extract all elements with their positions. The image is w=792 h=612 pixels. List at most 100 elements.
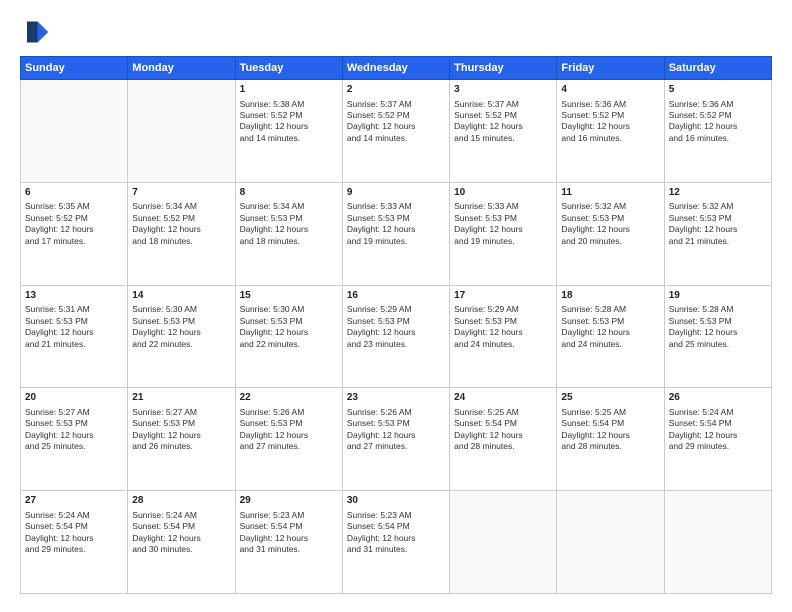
calendar-week-row: 20 Sunrise: 5:27 AM Sunset: 5:53 PM Dayli… xyxy=(21,388,772,491)
day-number: 25 xyxy=(561,391,659,405)
calendar-cell: 26 Sunrise: 5:24 AM Sunset: 5:54 PM Dayli… xyxy=(664,388,771,491)
day-number: 15 xyxy=(240,289,338,303)
calendar-cell: 17Sunrise: 5:29 AM Sunset: 5:53 PM Dayli… xyxy=(450,285,557,388)
calendar-cell: 25 Sunrise: 5:25 AM Sunset: 5:54 PM Dayli… xyxy=(557,388,664,491)
calendar-week-row: 6Sunrise: 5:35 AM Sunset: 5:52 PM Daylig… xyxy=(21,182,772,285)
calendar-cell: 8Sunrise: 5:34 AM Sunset: 5:53 PM Daylig… xyxy=(235,182,342,285)
day-number: 1 xyxy=(240,83,338,97)
day-number: 20 xyxy=(25,391,123,405)
cell-sun-info: Sunrise: 5:32 AM Sunset: 5:53 PM Dayligh… xyxy=(561,201,659,247)
day-number: 4 xyxy=(561,83,659,97)
cell-sun-info: Sunrise: 5:25 AM Sunset: 5:54 PM Dayligh… xyxy=(454,407,552,453)
cell-sun-info: Sunrise: 5:26 AM Sunset: 5:53 PM Dayligh… xyxy=(240,407,338,453)
weekday-header: Tuesday xyxy=(235,57,342,80)
cell-sun-info: Sunrise: 5:36 AM Sunset: 5:52 PM Dayligh… xyxy=(561,99,659,145)
calendar-cell: 22 Sunrise: 5:26 AM Sunset: 5:53 PM Dayli… xyxy=(235,388,342,491)
calendar-cell: 30 Sunrise: 5:23 AM Sunset: 5:54 PM Dayli… xyxy=(342,491,449,594)
calendar-cell: 28 Sunrise: 5:24 AM Sunset: 5:54 PM Dayli… xyxy=(128,491,235,594)
cell-sun-info: Sunrise: 5:25 AM Sunset: 5:54 PM Dayligh… xyxy=(561,407,659,453)
day-number: 3 xyxy=(454,83,552,97)
calendar-cell: 16Sunrise: 5:29 AM Sunset: 5:53 PM Dayli… xyxy=(342,285,449,388)
day-number: 26 xyxy=(669,391,767,405)
weekday-header: Friday xyxy=(557,57,664,80)
calendar-cell: 13Sunrise: 5:31 AM Sunset: 5:53 PM Dayli… xyxy=(21,285,128,388)
calendar-cell: 3 Sunrise: 5:37 AM Sunset: 5:52 PM Daylig… xyxy=(450,80,557,183)
weekday-header: Sunday xyxy=(21,57,128,80)
day-number: 22 xyxy=(240,391,338,405)
cell-sun-info: Sunrise: 5:28 AM Sunset: 5:53 PM Dayligh… xyxy=(669,304,767,350)
cell-sun-info: Sunrise: 5:33 AM Sunset: 5:53 PM Dayligh… xyxy=(347,201,445,247)
calendar-table: SundayMondayTuesdayWednesdayThursdayFrid… xyxy=(20,56,772,594)
weekday-header: Thursday xyxy=(450,57,557,80)
calendar-cell: 14Sunrise: 5:30 AM Sunset: 5:53 PM Dayli… xyxy=(128,285,235,388)
day-number: 29 xyxy=(240,494,338,508)
day-number: 19 xyxy=(669,289,767,303)
calendar-cell: 5 Sunrise: 5:36 AM Sunset: 5:52 PM Daylig… xyxy=(664,80,771,183)
calendar-cell: 20 Sunrise: 5:27 AM Sunset: 5:53 PM Dayli… xyxy=(21,388,128,491)
calendar-cell: 29 Sunrise: 5:23 AM Sunset: 5:54 PM Dayli… xyxy=(235,491,342,594)
calendar-cell xyxy=(557,491,664,594)
cell-sun-info: Sunrise: 5:30 AM Sunset: 5:53 PM Dayligh… xyxy=(132,304,230,350)
weekday-header: Saturday xyxy=(664,57,771,80)
calendar-cell xyxy=(128,80,235,183)
cell-sun-info: Sunrise: 5:33 AM Sunset: 5:53 PM Dayligh… xyxy=(454,201,552,247)
cell-sun-info: Sunrise: 5:34 AM Sunset: 5:52 PM Dayligh… xyxy=(132,201,230,247)
cell-sun-info: Sunrise: 5:27 AM Sunset: 5:53 PM Dayligh… xyxy=(25,407,123,453)
weekday-header: Wednesday xyxy=(342,57,449,80)
calendar-cell: 1 Sunrise: 5:38 AM Sunset: 5:52 PM Daylig… xyxy=(235,80,342,183)
day-number: 9 xyxy=(347,186,445,200)
calendar-cell xyxy=(450,491,557,594)
cell-sun-info: Sunrise: 5:29 AM Sunset: 5:53 PM Dayligh… xyxy=(347,304,445,350)
day-number: 24 xyxy=(454,391,552,405)
day-number: 6 xyxy=(25,186,123,200)
day-number: 18 xyxy=(561,289,659,303)
logo xyxy=(20,18,52,46)
cell-sun-info: Sunrise: 5:28 AM Sunset: 5:53 PM Dayligh… xyxy=(561,304,659,350)
calendar-cell: 11Sunrise: 5:32 AM Sunset: 5:53 PM Dayli… xyxy=(557,182,664,285)
calendar-week-row: 27 Sunrise: 5:24 AM Sunset: 5:54 PM Dayli… xyxy=(21,491,772,594)
day-number: 17 xyxy=(454,289,552,303)
cell-sun-info: Sunrise: 5:24 AM Sunset: 5:54 PM Dayligh… xyxy=(132,510,230,556)
calendar-cell: 15Sunrise: 5:30 AM Sunset: 5:53 PM Dayli… xyxy=(235,285,342,388)
cell-sun-info: Sunrise: 5:38 AM Sunset: 5:52 PM Dayligh… xyxy=(240,99,338,145)
calendar-cell: 12Sunrise: 5:32 AM Sunset: 5:53 PM Dayli… xyxy=(664,182,771,285)
weekday-header: Monday xyxy=(128,57,235,80)
calendar-cell: 19Sunrise: 5:28 AM Sunset: 5:53 PM Dayli… xyxy=(664,285,771,388)
day-number: 28 xyxy=(132,494,230,508)
cell-sun-info: Sunrise: 5:30 AM Sunset: 5:53 PM Dayligh… xyxy=(240,304,338,350)
day-number: 5 xyxy=(669,83,767,97)
day-number: 23 xyxy=(347,391,445,405)
calendar-cell xyxy=(21,80,128,183)
cell-sun-info: Sunrise: 5:23 AM Sunset: 5:54 PM Dayligh… xyxy=(347,510,445,556)
cell-sun-info: Sunrise: 5:34 AM Sunset: 5:53 PM Dayligh… xyxy=(240,201,338,247)
cell-sun-info: Sunrise: 5:36 AM Sunset: 5:52 PM Dayligh… xyxy=(669,99,767,145)
day-number: 11 xyxy=(561,186,659,200)
calendar-cell: 9Sunrise: 5:33 AM Sunset: 5:53 PM Daylig… xyxy=(342,182,449,285)
page: SundayMondayTuesdayWednesdayThursdayFrid… xyxy=(0,0,792,612)
calendar-cell: 24 Sunrise: 5:25 AM Sunset: 5:54 PM Dayli… xyxy=(450,388,557,491)
day-number: 10 xyxy=(454,186,552,200)
calendar-cell: 10Sunrise: 5:33 AM Sunset: 5:53 PM Dayli… xyxy=(450,182,557,285)
cell-sun-info: Sunrise: 5:35 AM Sunset: 5:52 PM Dayligh… xyxy=(25,201,123,247)
day-number: 27 xyxy=(25,494,123,508)
day-number: 21 xyxy=(132,391,230,405)
calendar-week-row: 13Sunrise: 5:31 AM Sunset: 5:53 PM Dayli… xyxy=(21,285,772,388)
day-number: 16 xyxy=(347,289,445,303)
calendar-cell: 7Sunrise: 5:34 AM Sunset: 5:52 PM Daylig… xyxy=(128,182,235,285)
calendar-week-row: 1 Sunrise: 5:38 AM Sunset: 5:52 PM Daylig… xyxy=(21,80,772,183)
day-number: 2 xyxy=(347,83,445,97)
calendar-cell: 4 Sunrise: 5:36 AM Sunset: 5:52 PM Daylig… xyxy=(557,80,664,183)
cell-sun-info: Sunrise: 5:37 AM Sunset: 5:52 PM Dayligh… xyxy=(454,99,552,145)
cell-sun-info: Sunrise: 5:23 AM Sunset: 5:54 PM Dayligh… xyxy=(240,510,338,556)
day-number: 30 xyxy=(347,494,445,508)
cell-sun-info: Sunrise: 5:32 AM Sunset: 5:53 PM Dayligh… xyxy=(669,201,767,247)
day-number: 12 xyxy=(669,186,767,200)
calendar-cell: 2Sunrise: 5:37 AM Sunset: 5:52 PM Daylig… xyxy=(342,80,449,183)
cell-sun-info: Sunrise: 5:27 AM Sunset: 5:53 PM Dayligh… xyxy=(132,407,230,453)
cell-sun-info: Sunrise: 5:24 AM Sunset: 5:54 PM Dayligh… xyxy=(669,407,767,453)
calendar-cell: 23Sunrise: 5:26 AM Sunset: 5:53 PM Dayli… xyxy=(342,388,449,491)
cell-sun-info: Sunrise: 5:24 AM Sunset: 5:54 PM Dayligh… xyxy=(25,510,123,556)
day-number: 13 xyxy=(25,289,123,303)
calendar-cell: 18Sunrise: 5:28 AM Sunset: 5:53 PM Dayli… xyxy=(557,285,664,388)
day-number: 14 xyxy=(132,289,230,303)
